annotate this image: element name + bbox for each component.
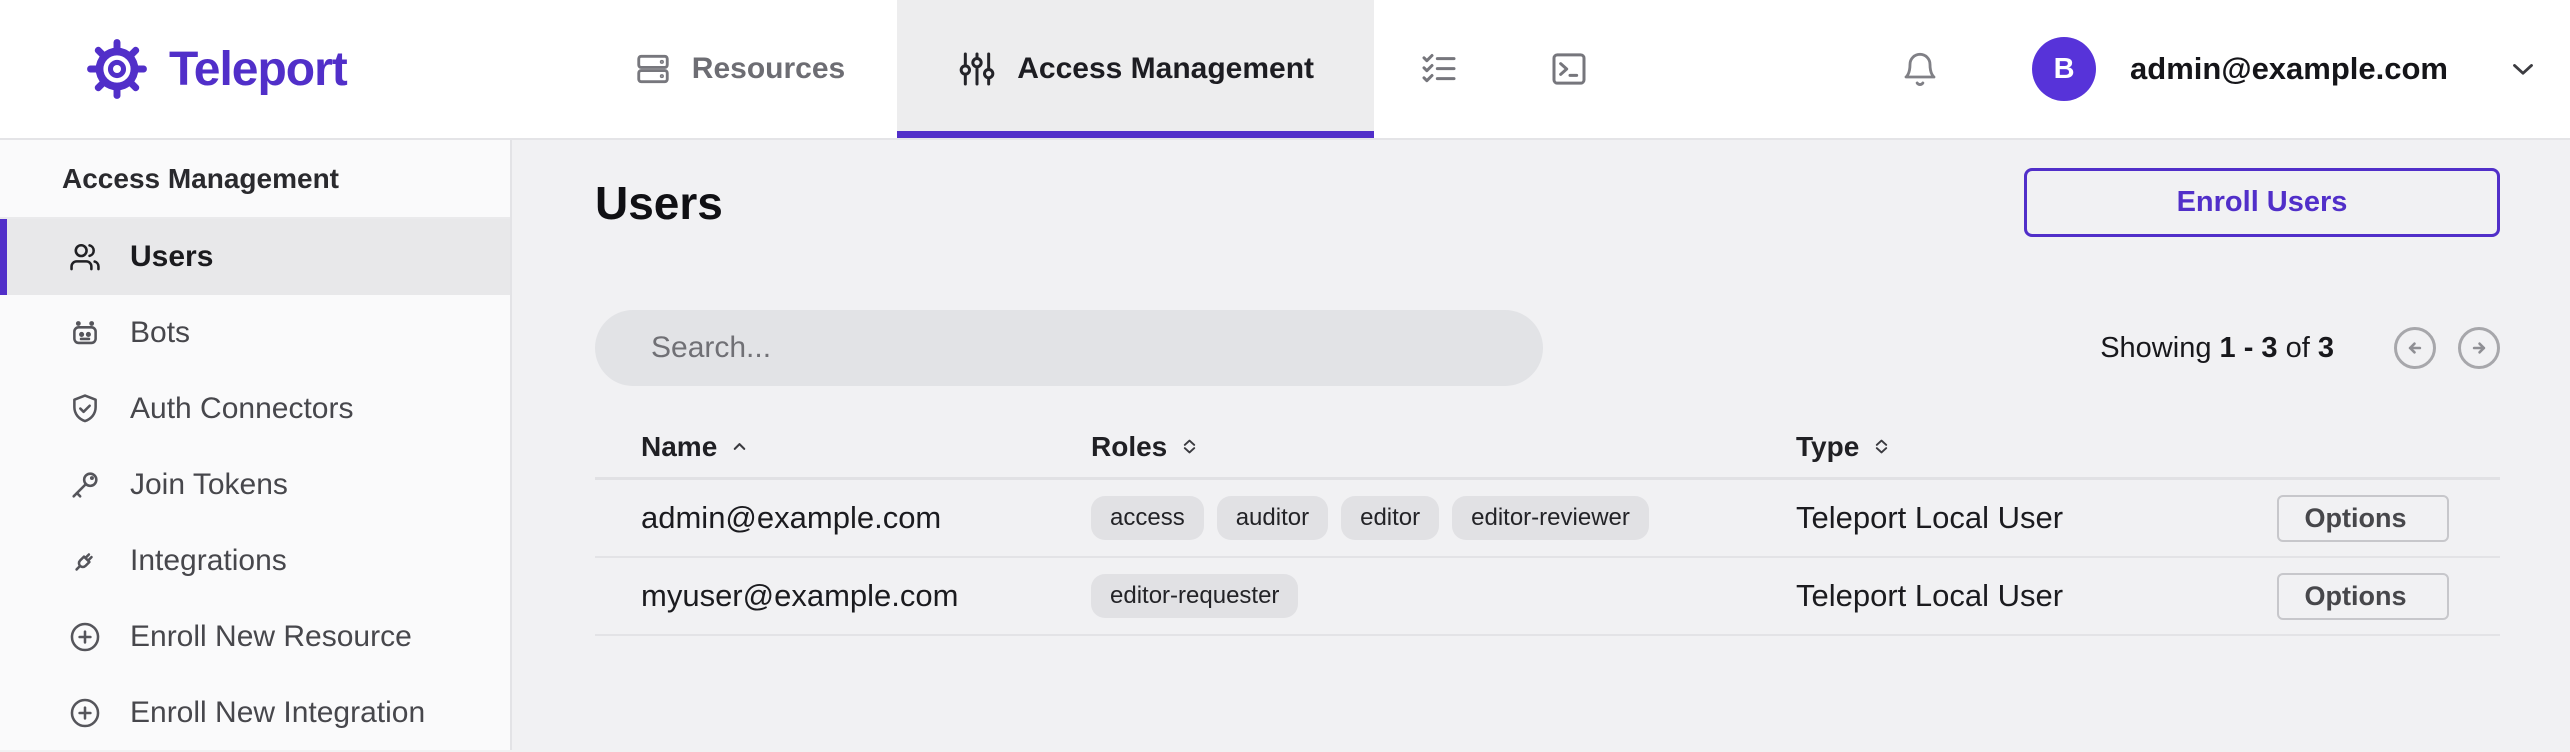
chevron-down-icon [2506, 52, 2540, 86]
arrow-left-icon [2402, 335, 2428, 361]
main-content: Users Enroll Users Showing 1 - 3 of 3 [512, 140, 2570, 750]
options-button[interactable]: Options [2277, 495, 2449, 542]
sidebar: Access Management Users Bots Auth Connecto… [0, 140, 512, 750]
user-actions-cell: Options [2277, 573, 2500, 620]
sort-both-icon [1180, 437, 1199, 456]
column-header-type[interactable]: Type [1796, 431, 2277, 463]
sidebar-item-bots[interactable]: Bots [0, 295, 510, 371]
key-icon [68, 468, 102, 502]
primary-nav: Resources Access Management [582, 0, 1634, 138]
tab-access-management[interactable]: Access Management [897, 0, 1374, 138]
users-table: Name Roles Type admin@example.comaccessa… [595, 416, 2500, 636]
users-icon [68, 240, 102, 274]
teleport-logo[interactable]: Teleport [0, 0, 347, 138]
gear-logo-icon [85, 37, 149, 101]
options-label: Options [2305, 581, 2407, 612]
role-pill: editor-reviewer [1452, 496, 1649, 540]
table-row: admin@example.comaccess auditor editor edit… [595, 480, 2500, 558]
sidebar-item-auth-connectors[interactable]: Auth Connectors [0, 371, 510, 447]
sidebar-item-label: Auth Connectors [130, 392, 353, 426]
sidebar-header: Access Management [0, 140, 510, 219]
table-header: Name Roles Type [595, 416, 2500, 480]
sidebar-item-integrations[interactable]: Integrations [0, 523, 510, 599]
role-pill: auditor [1217, 496, 1328, 540]
bell-icon [1900, 49, 1940, 89]
pagination-summary: Showing 1 - 3 of 3 [2100, 332, 2334, 365]
plug-icon [68, 544, 102, 578]
plus-circle-icon [68, 620, 102, 654]
sort-both-icon [1872, 437, 1891, 456]
plus-circle-icon [68, 696, 102, 730]
user-type-cell: Teleport Local User [1796, 500, 2277, 536]
sidebar-item-label: Users [130, 240, 213, 274]
tab-resources[interactable]: Resources [582, 0, 897, 138]
tab-label: Access Management [1017, 52, 1314, 86]
options-label: Options [2305, 503, 2407, 534]
sidebar-item-label: Bots [130, 316, 190, 350]
bot-icon [68, 316, 102, 350]
search-input[interactable] [595, 310, 1543, 386]
column-header-name[interactable]: Name [595, 431, 1091, 463]
sort-asc-icon [730, 437, 749, 456]
pagination: Showing 1 - 3 of 3 [2100, 327, 2500, 369]
checklist-icon [1419, 49, 1459, 89]
role-pill: access [1091, 496, 1204, 540]
active-sessions-button[interactable] [1504, 0, 1634, 138]
role-pill: editor-requester [1091, 574, 1298, 618]
sidebar-item-users[interactable]: Users [0, 219, 510, 295]
top-nav-right: B admin@example.com [1900, 0, 2570, 138]
user-roles-cell: access auditor editor editor-reviewer [1091, 496, 1796, 540]
user-email: admin@example.com [2130, 51, 2448, 87]
sidebar-item-label: Enroll New Resource [130, 620, 412, 654]
user-name-cell: admin@example.com [595, 500, 1091, 536]
next-page-button[interactable] [2458, 327, 2500, 369]
options-button[interactable]: Options [2277, 573, 2449, 620]
user-actions-cell: Options [2277, 495, 2500, 542]
sidebar-item-enroll-new-resource[interactable]: Enroll New Resource [0, 599, 510, 675]
tab-label: Resources [692, 52, 845, 86]
arrow-right-icon [2466, 335, 2492, 361]
top-nav: Teleport Resources Access Management B a… [0, 0, 2570, 140]
enroll-users-button[interactable]: Enroll Users [2024, 168, 2500, 237]
user-name-cell: myuser@example.com [595, 578, 1091, 614]
page-title: Users [595, 176, 723, 230]
user-type-cell: Teleport Local User [1796, 578, 2277, 614]
sidebar-item-label: Enroll New Integration [130, 696, 425, 730]
table-row: myuser@example.comeditor-requester Telepo… [595, 558, 2500, 636]
sidebar-item-join-tokens[interactable]: Join Tokens [0, 447, 510, 523]
brand-name: Teleport [169, 42, 347, 97]
user-roles-cell: editor-requester [1091, 574, 1796, 618]
avatar: B [2032, 37, 2096, 101]
sidebar-item-enroll-new-integration[interactable]: Enroll New Integration [0, 675, 510, 751]
sliders-icon [957, 49, 997, 89]
role-pill: editor [1341, 496, 1439, 540]
column-header-roles[interactable]: Roles [1091, 431, 1796, 463]
access-requests-button[interactable] [1374, 0, 1504, 138]
server-stack-icon [634, 50, 672, 88]
terminal-icon [1549, 49, 1589, 89]
sidebar-item-label: Join Tokens [130, 468, 288, 502]
shield-check-icon [68, 392, 102, 426]
prev-page-button[interactable] [2394, 327, 2436, 369]
sidebar-items: Users Bots Auth Connectors Join Tokens Integ… [0, 219, 510, 751]
sidebar-item-label: Integrations [130, 544, 287, 578]
notifications-button[interactable] [1900, 49, 1940, 89]
user-menu[interactable]: B admin@example.com [2032, 37, 2540, 101]
table-body: admin@example.comaccess auditor editor edit… [595, 480, 2500, 636]
